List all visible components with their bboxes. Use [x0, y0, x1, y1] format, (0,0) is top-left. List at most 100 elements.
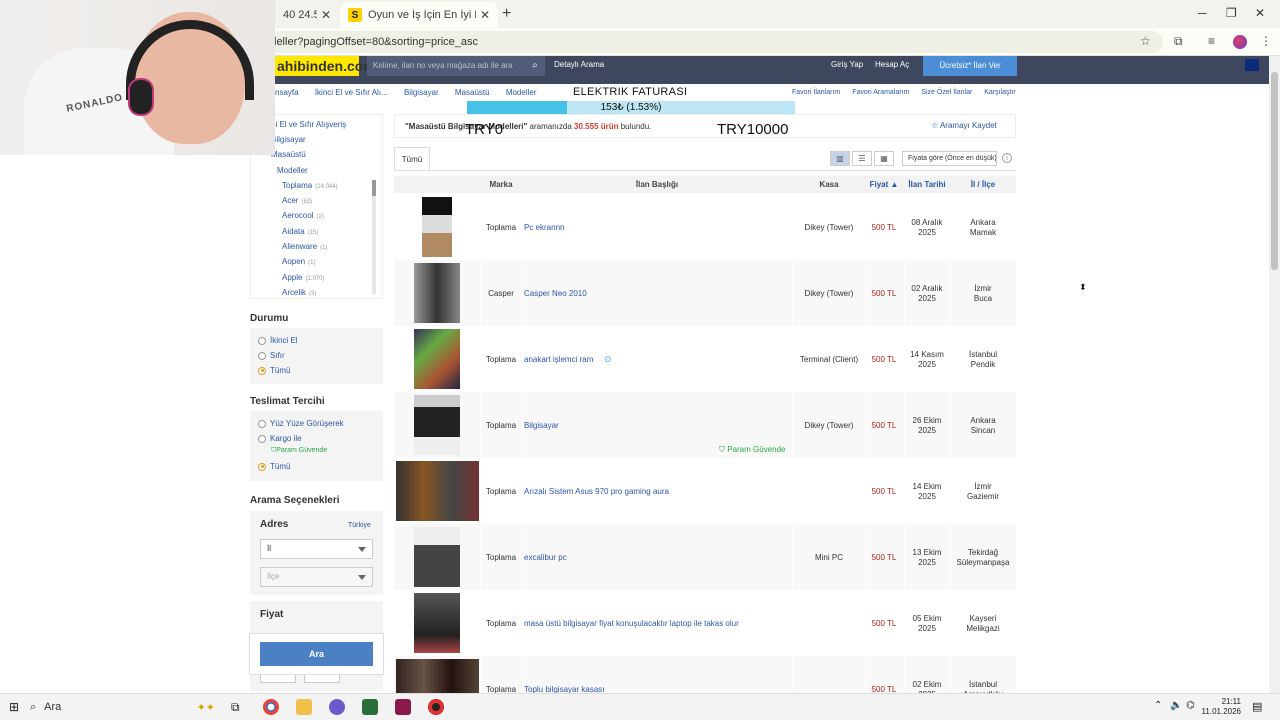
breadcrumb-item[interactable]: Bilgisayar — [404, 88, 439, 97]
table-row[interactable]: Toplama Pc ekrannn Dikey (Tower) 500 TL 08 A… — [394, 194, 1016, 260]
compare-link[interactable]: Karşılaştır — [984, 89, 1016, 96]
page-scrollbar[interactable] — [1269, 56, 1280, 693]
radio-icon[interactable] — [258, 419, 266, 428]
condition-option-used[interactable]: İkinci El — [258, 336, 298, 345]
listing-thumbnail[interactable] — [414, 395, 460, 455]
listing-title-link[interactable]: anakart işlemci ram ⊙ — [524, 354, 790, 365]
listing-title-link[interactable]: Casper Neo 2010 — [524, 289, 790, 299]
province-select[interactable]: İl — [260, 539, 373, 559]
category-item[interactable]: Toplama (24.044) — [282, 181, 338, 190]
delivery-option-face-to-face[interactable]: Yüz Yüze Görüşerek — [258, 419, 344, 428]
tab-close-icon[interactable]: ✕ — [480, 8, 490, 22]
listing-thumbnail[interactable] — [422, 197, 452, 257]
country-link[interactable]: Türkiye — [348, 522, 371, 529]
menu-kebab-icon[interactable]: ⋮ — [1260, 34, 1272, 48]
listing-title-link[interactable]: Arızalı Sistem Asus 970 pro gaming aura — [524, 487, 790, 497]
column-location[interactable]: İl / İlçe — [950, 180, 1016, 189]
extensions-icon[interactable]: ⧉ — [1174, 34, 1183, 49]
table-row[interactable]: Toplama Bilgisayar Dikey (Tower) 500 TL 26 E… — [394, 392, 1016, 458]
column-title[interactable]: İlan Başlığı — [522, 180, 792, 189]
radio-icon[interactable] — [258, 462, 266, 471]
sort-select[interactable]: Fiyata göre (Önce en düşük) — [902, 151, 997, 166]
site-logo[interactable]: ahibinden.com — [275, 56, 376, 76]
listing-thumbnail[interactable] — [396, 461, 479, 521]
profile-avatar-icon[interactable] — [1233, 35, 1247, 49]
listing-title-link[interactable]: masa üstü bilgisayar fiyat konuşulacaktı… — [524, 619, 790, 629]
category-item[interactable]: Apple (2.070) — [282, 273, 324, 282]
task-view-icon[interactable]: ⧉ — [231, 700, 240, 715]
window-close-icon[interactable]: ✕ — [1255, 6, 1265, 20]
table-row[interactable]: Toplama masa üstü bilgisayar fiyat konuşu… — [394, 590, 1016, 656]
login-link[interactable]: Giriş Yap — [831, 60, 863, 69]
file-explorer-icon[interactable] — [296, 699, 312, 715]
tab-close-icon[interactable]: ✕ — [321, 8, 331, 22]
post-ad-button[interactable]: Ücretsiz* İlan Ver — [923, 56, 1017, 76]
category-item[interactable]: Alienware (1) — [282, 242, 327, 251]
breadcrumb-item[interactable]: İkinci El ve Sıfır Alı... — [315, 88, 388, 97]
category-scrollbar[interactable] — [372, 180, 376, 294]
listing-thumbnail[interactable] — [414, 263, 460, 323]
category-item[interactable]: Acer (63) — [282, 196, 312, 205]
grid-view-icon[interactable]: ▦ — [874, 151, 894, 166]
info-icon[interactable]: i — [1002, 153, 1012, 163]
obs-icon[interactable] — [329, 699, 345, 715]
breadcrumb-item[interactable]: Modeller — [506, 88, 537, 97]
tab-all[interactable]: Tümü — [394, 147, 430, 171]
delivery-option-all[interactable]: Tümü — [258, 462, 290, 471]
special-ads-link[interactable]: Size Özel İlanlar — [921, 89, 972, 96]
taskbar-search[interactable]: ⌕ Ara ✦✦ — [30, 696, 215, 718]
column-brand[interactable]: Marka — [480, 180, 522, 189]
network-icon[interactable]: ⌬ — [1186, 700, 1195, 711]
radio-icon[interactable] — [258, 336, 266, 345]
column-case[interactable]: Kasa — [792, 180, 866, 189]
condition-option-new[interactable]: Sıfır — [258, 351, 285, 360]
taskbar-clock[interactable]: 21:11 11.01.2026 — [1195, 697, 1241, 717]
listing-title-link[interactable]: excalibur pc — [524, 553, 790, 563]
chrome-icon[interactable] — [263, 699, 279, 715]
favorite-ads-link[interactable]: Favori İlanlarım — [792, 89, 840, 96]
radio-icon[interactable] — [258, 366, 266, 375]
column-date[interactable]: İlan Tarihi — [904, 180, 950, 189]
search-button[interactable]: Ara — [260, 642, 373, 666]
category-item[interactable]: Aidata (15) — [282, 227, 318, 236]
notification-icon[interactable]: ▤ — [1252, 700, 1262, 713]
table-row[interactable]: Casper Casper Neo 2010 Dikey (Tower) 500 TL… — [394, 260, 1016, 326]
address-bar[interactable]: leller?pagingOffset=80&sorting=price_asc — [268, 31, 1163, 53]
district-select[interactable]: İlçe — [260, 567, 373, 587]
speaker-icon[interactable]: 🔈 — [1170, 700, 1182, 711]
bookmark-star-icon[interactable]: ☆ — [1140, 34, 1151, 48]
table-row[interactable]: Toplama Arızalı Sistem Asus 970 pro gamin… — [394, 458, 1016, 524]
list-view-icon[interactable]: ▥ — [830, 151, 850, 166]
editor-icon[interactable] — [395, 699, 411, 715]
compact-view-icon[interactable]: ☰ — [852, 151, 872, 166]
condition-option-all[interactable]: Tümü — [258, 366, 290, 375]
radio-icon[interactable] — [258, 351, 266, 360]
scroll-thumb[interactable] — [1271, 72, 1278, 270]
category-item[interactable]: Aerocool (2) — [282, 211, 324, 220]
register-link[interactable]: Hesap Aç — [875, 60, 909, 69]
table-row[interactable]: Toplama anakart işlemci ram ⊙ Terminal (Cli… — [394, 326, 1016, 392]
detailed-search-link[interactable]: Detaylı Arama — [554, 60, 604, 69]
search-icon[interactable]: ⌕ — [525, 56, 545, 76]
listing-thumbnail[interactable] — [414, 329, 460, 389]
browser-tab-inactive[interactable]: 40 24.5" 0.2 ✕ — [275, 2, 339, 28]
restore-icon[interactable]: ❐ — [1226, 6, 1237, 20]
scroll-thumb[interactable] — [372, 180, 376, 196]
listing-thumbnail[interactable] — [414, 593, 460, 653]
listing-thumbnail[interactable] — [414, 527, 460, 587]
media-control-icon[interactable]: ≡ — [1208, 34, 1215, 48]
tray-chevron-icon[interactable]: ⌃ — [1154, 700, 1162, 711]
column-price[interactable]: Fiyat ▲ — [866, 180, 902, 189]
breadcrumb-item[interactable]: nsayfa — [275, 88, 299, 97]
windows-start-icon[interactable]: ⊞ — [9, 700, 19, 714]
new-tab-icon[interactable]: + — [502, 5, 511, 23]
category-item[interactable]: Masaüstü — [271, 150, 306, 159]
listing-title-link[interactable]: Bilgisayar — [524, 421, 790, 431]
site-search-input[interactable]: Kelime, ilan no veya mağaza adı ile ara — [367, 56, 525, 76]
breadcrumb-item[interactable]: Masaüstü — [455, 88, 490, 97]
favorite-searches-link[interactable]: Favori Aramalarım — [852, 89, 909, 96]
app-icon[interactable] — [362, 699, 378, 715]
category-item[interactable]: Modeller — [277, 166, 308, 175]
category-item[interactable]: Aopen (1) — [282, 257, 315, 266]
delivery-option-cargo[interactable]: Kargo ile — [258, 434, 302, 443]
